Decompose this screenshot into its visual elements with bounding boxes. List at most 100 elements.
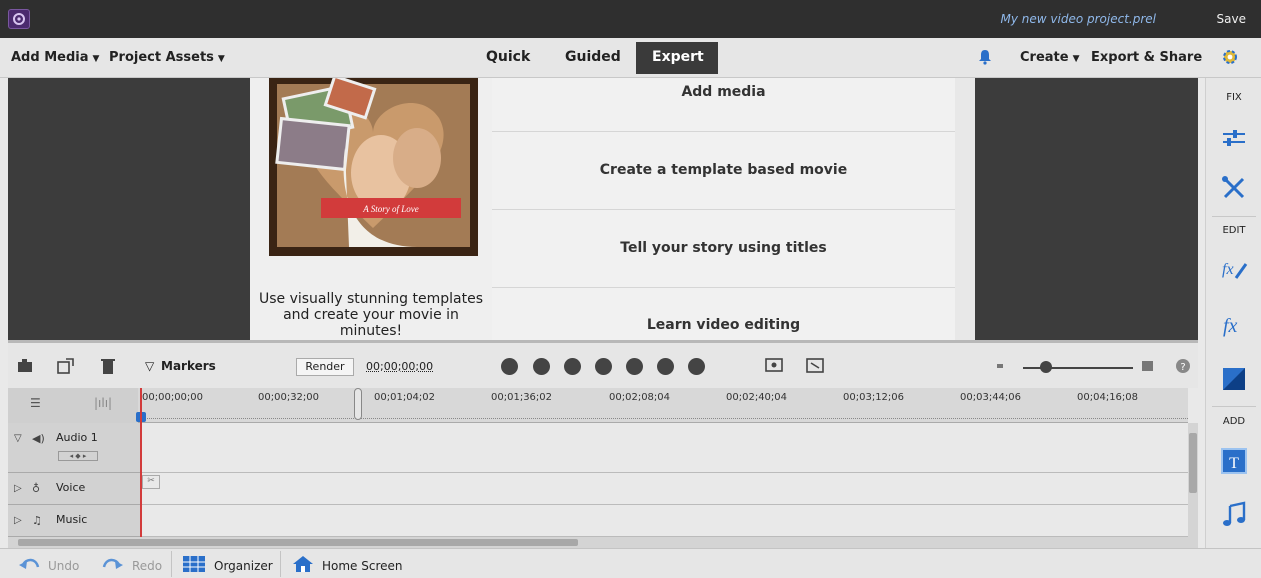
project-assets-menu[interactable]: Project Assets ▼ xyxy=(109,50,225,65)
welcome-preview: A Story of Love Use visually stunning te… xyxy=(250,78,492,340)
microphone-icon[interactable]: ♁ xyxy=(32,482,40,495)
music-icon[interactable] xyxy=(1220,501,1248,529)
vertical-scrollbar-thumb[interactable] xyxy=(1189,433,1197,493)
bottom-divider xyxy=(280,551,281,577)
horizontal-scrollbar-thumb[interactable] xyxy=(18,539,578,546)
organizer-icon[interactable] xyxy=(182,555,202,573)
chevron-down-icon: ▼ xyxy=(93,54,100,64)
tab-expert[interactable]: Expert xyxy=(636,42,718,74)
welcome-panel: A Story of Love Use visually stunning te… xyxy=(250,78,975,340)
timecode-display[interactable]: 00;00;00;00 xyxy=(366,360,433,373)
music-note-icon[interactable]: ♫ xyxy=(32,514,42,527)
gear-icon[interactable] xyxy=(1221,48,1239,66)
ruler-tick-label: 00;03;12;06 xyxy=(843,392,904,403)
render-preview-icon[interactable] xyxy=(764,356,784,376)
create-menu[interactable]: Create ▼ xyxy=(1020,50,1080,65)
track-header-music[interactable]: ▷ ♫ Music xyxy=(8,505,140,537)
help-icon[interactable]: ? xyxy=(1173,356,1193,376)
ruler-header: ☰ |ılı| xyxy=(8,388,138,423)
ruler-track xyxy=(138,418,1188,419)
option-titles[interactable]: Tell your story using titles xyxy=(492,240,955,256)
work-area-handle[interactable] xyxy=(354,388,362,420)
go-to-end-icon[interactable] xyxy=(688,358,705,375)
redo-button[interactable]: Redo xyxy=(132,559,162,573)
tools-panel: FIX EDIT fx fx ADD T xyxy=(1205,78,1261,548)
redo-icon[interactable] xyxy=(102,555,122,573)
add-media-menu[interactable]: Add Media ▼ xyxy=(11,50,99,65)
svg-text:fx: fx xyxy=(1222,261,1234,278)
tab-guided[interactable]: Guided xyxy=(549,42,637,74)
title-bar: My new video project.prel Save xyxy=(0,0,1261,38)
timeline-ruler[interactable]: ☰ |ılı| 00;00;00;00 00;00;32;00 00;01;04… xyxy=(8,388,1188,423)
speaker-icon[interactable]: ◀) xyxy=(32,432,45,445)
panel-divider xyxy=(1212,406,1256,407)
expand-arrow-icon[interactable]: ▷ xyxy=(14,483,22,494)
edit-section-label: EDIT xyxy=(1206,225,1261,236)
camera-icon[interactable] xyxy=(16,356,36,376)
scissors-icon[interactable]: ✂ xyxy=(142,475,160,489)
fullscreen-icon[interactable] xyxy=(805,356,825,376)
playhead-line[interactable] xyxy=(140,388,142,538)
svg-text:?: ? xyxy=(1180,362,1185,373)
collapse-arrow-icon[interactable]: ▽ xyxy=(14,433,22,444)
add-media-label: Add Media xyxy=(11,50,89,65)
ruler-tick-label: 00;01;36;02 xyxy=(491,392,552,403)
rewind-icon[interactable] xyxy=(533,358,550,375)
audio-waveform-icon[interactable]: |ılı| xyxy=(94,396,112,410)
undo-icon[interactable] xyxy=(18,555,38,573)
render-button[interactable]: Render xyxy=(296,358,354,376)
home-screen-button[interactable]: Home Screen xyxy=(322,559,403,573)
track-lane-audio-1[interactable] xyxy=(140,423,1188,473)
track-name: Audio 1 xyxy=(56,431,98,444)
titles-icon[interactable]: T xyxy=(1220,447,1248,475)
home-icon[interactable] xyxy=(292,555,312,573)
option-template-movie[interactable]: Create a template based movie xyxy=(492,162,955,178)
zoom-out-icon[interactable] xyxy=(994,356,1014,376)
template-thumbnail[interactable]: A Story of Love xyxy=(269,78,478,256)
bottom-bar: Undo Redo Organizer Home Screen xyxy=(0,548,1261,578)
detach-icon[interactable] xyxy=(56,356,76,376)
ruler-tick-label: 00;01;04;02 xyxy=(374,392,435,403)
markers-dropdown[interactable]: Markers xyxy=(161,359,216,373)
export-share-menu[interactable]: Export & Share xyxy=(1091,50,1202,65)
tools-icon[interactable] xyxy=(1220,174,1248,202)
option-learn-editing[interactable]: Learn video editing xyxy=(492,317,955,333)
save-button[interactable]: Save xyxy=(1217,12,1246,26)
organizer-button[interactable]: Organizer xyxy=(214,559,273,573)
play-icon[interactable] xyxy=(595,358,612,375)
vertical-scrollbar[interactable] xyxy=(1188,423,1198,537)
track-list-icon[interactable]: ☰ xyxy=(30,396,41,410)
step-forward-icon[interactable] xyxy=(626,358,643,375)
undo-button[interactable]: Undo xyxy=(48,559,79,573)
markers-dropdown-icon[interactable]: ▽ xyxy=(145,359,154,373)
track-lane-voice[interactable]: ✂ xyxy=(140,473,1188,505)
keyframe-controls[interactable]: ◂ ◆ ▸ xyxy=(58,451,98,461)
horizontal-scrollbar[interactable] xyxy=(8,537,1198,548)
fast-forward-icon[interactable] xyxy=(657,358,674,375)
zoom-in-icon[interactable] xyxy=(1138,356,1158,376)
go-to-start-icon[interactable] xyxy=(501,358,518,375)
track-lane-music[interactable] xyxy=(140,505,1188,537)
step-back-icon[interactable] xyxy=(564,358,581,375)
option-divider xyxy=(492,209,955,210)
zoom-slider-handle[interactable] xyxy=(1040,361,1052,373)
track-header-voice[interactable]: ▷ ♁ Voice xyxy=(8,473,140,505)
applied-effects-icon[interactable]: fx xyxy=(1220,254,1248,282)
app-logo-icon[interactable] xyxy=(8,9,30,29)
ruler-tick-label: 00;00;32;00 xyxy=(258,392,319,403)
menu-bar: Add Media ▼ Project Assets ▼ Quick Guided … xyxy=(0,38,1261,78)
tab-quick[interactable]: Quick xyxy=(470,42,546,74)
svg-text:T: T xyxy=(1229,455,1239,472)
add-section-label: ADD xyxy=(1206,416,1261,427)
expand-arrow-icon[interactable]: ▷ xyxy=(14,515,22,526)
option-add-media[interactable]: Add media xyxy=(492,84,955,100)
track-header-audio-1[interactable]: ▽ ◀) Audio 1 ◂ ◆ ▸ xyxy=(8,423,140,473)
monitor-panel: A Story of Love Use visually stunning te… xyxy=(8,78,1198,340)
trash-icon[interactable] xyxy=(98,356,118,376)
chevron-down-icon: ▼ xyxy=(218,54,225,64)
effects-icon[interactable]: fx xyxy=(1220,310,1248,338)
bell-icon[interactable] xyxy=(978,49,992,65)
transitions-icon[interactable] xyxy=(1220,365,1248,393)
adjustments-icon[interactable] xyxy=(1220,124,1248,152)
bottom-divider xyxy=(171,551,172,577)
